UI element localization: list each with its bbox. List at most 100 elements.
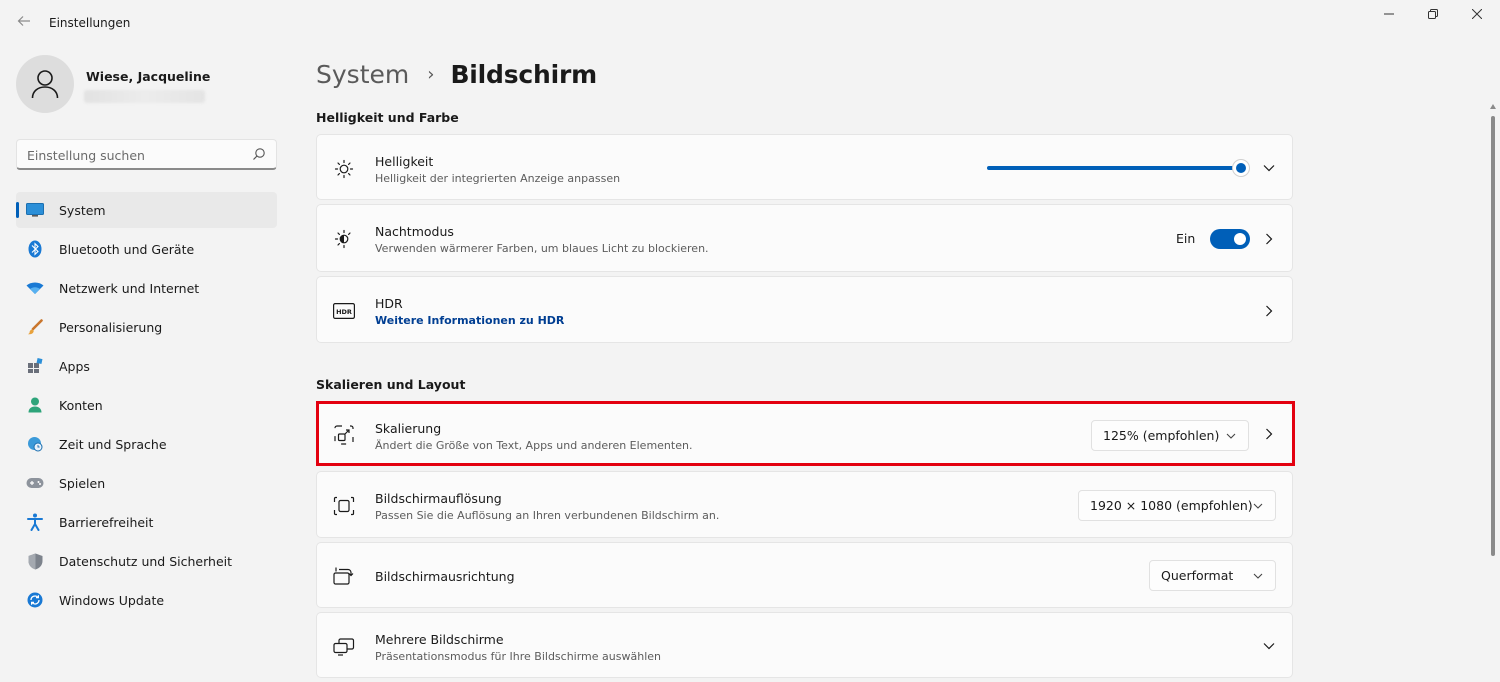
minimize-button[interactable] [1376,6,1402,26]
multiple-displays-icon [333,636,355,658]
scrollbar-thumb[interactable] [1491,116,1495,556]
chevron-right-icon [1266,233,1273,245]
app-title: Einstellungen [49,16,131,30]
search-box[interactable] [16,139,277,170]
multiple-displays-card[interactable]: Mehrere Bildschirme Präsentationsmodus f… [316,612,1293,678]
sidebar-item-personalization[interactable]: Personalisierung [16,309,277,345]
svg-text:HDR: HDR [336,308,352,316]
breadcrumb: System › Bildschirm [316,56,597,92]
sidebar-item-bluetooth[interactable]: Bluetooth und Geräte [16,231,277,267]
multiple-displays-expand-button[interactable] [1261,638,1277,654]
night-mode-icon [333,228,355,250]
brightness-subtitle: Helligkeit der integrierten Anzeige anpa… [375,172,621,185]
sidebar-item-label: Zeit und Sprache [59,436,167,452]
multiple-displays-title: Mehrere Bildschirme [375,632,504,647]
resolution-subtitle: Passen Sie die Auflösung an Ihren verbun… [375,509,720,522]
display-icon [26,201,44,219]
sidebar-item-accessibility[interactable]: Barrierefreiheit [16,504,277,540]
breadcrumb-parent[interactable]: System [316,60,409,89]
sidebar-item-label: Netzwerk und Internet [59,280,200,296]
orientation-title: Bildschirmausrichtung [375,569,515,584]
chevron-down-icon [1253,573,1263,579]
sidebar-item-accounts[interactable]: Konten [16,387,277,423]
sidebar-item-label: System [59,202,106,218]
close-button[interactable] [1464,6,1490,26]
sidebar-item-label: Barrierefreiheit [59,514,154,530]
globe-clock-icon [26,435,44,453]
close-icon [1471,8,1483,20]
night-mode-title: Nachtmodus [375,224,454,239]
avatar [16,55,74,113]
orientation-icon [333,565,355,587]
sidebar-item-time-language[interactable]: Zeit und Sprache [16,426,277,462]
chevron-down-icon [1263,643,1275,650]
bluetooth-icon [26,240,44,258]
sidebar-item-gaming[interactable]: Spielen [16,465,277,501]
brightness-title: Helligkeit [375,154,434,169]
apps-icon [26,357,44,375]
resolution-icon [333,495,355,517]
orientation-card[interactable]: Bildschirmausrichtung [316,542,1293,608]
sidebar-item-label: Personalisierung [59,319,163,335]
user-profile[interactable]: Wiese, Jacqueline [16,55,286,115]
chevron-down-icon [1253,503,1263,509]
chevron-down-icon [1263,165,1275,172]
night-mode-toggle-label: Ein [1176,231,1196,246]
sidebar-item-label: Bluetooth und Geräte [59,241,195,257]
sidebar-item-label: Spielen [59,475,106,491]
sidebar-item-label: Windows Update [59,592,165,608]
night-mode-subtitle: Verwenden wärmerer Farben, um blaues Lic… [375,242,709,255]
brightness-slider-thumb[interactable] [1232,159,1250,177]
sidebar-item-network[interactable]: Netzwerk und Internet [16,270,277,306]
breadcrumb-separator: › [427,63,435,85]
night-mode-toggle[interactable] [1210,229,1250,249]
night-mode-card[interactable]: Nachtmodus Verwenden wärmerer Farben, um… [316,204,1293,272]
gamepad-icon [26,474,44,492]
section-title-scale-layout: Skalieren und Layout [316,377,466,392]
scroll-up-arrow[interactable] [1490,104,1496,109]
account-icon [26,396,44,414]
resolution-dropdown[interactable]: 1920 × 1080 (empfohlen) [1078,490,1276,521]
orientation-dropdown[interactable]: Querformat [1149,560,1276,591]
multiple-displays-subtitle: Präsentationsmodus für Ihre Bildschirme … [375,650,661,663]
sidebar-nav: System Bluetooth und Geräte Netzwerk und… [16,192,277,621]
sun-icon [333,158,355,180]
wifi-icon [26,279,44,297]
restore-button[interactable] [1420,6,1446,26]
sidebar-item-label: Konten [59,397,103,413]
sidebar-item-apps[interactable]: Apps [16,348,277,384]
highlight-box [316,401,1295,466]
accessibility-icon [26,513,44,531]
brush-icon [26,318,44,336]
brightness-expand-button[interactable] [1261,160,1277,176]
sidebar-item-label: Apps [59,358,90,374]
title-bar: Einstellungen [0,0,1500,46]
hdr-info-link[interactable]: Weitere Informationen zu HDR [375,314,564,327]
arrow-left-icon [17,16,30,26]
sidebar-item-windows-update[interactable]: Windows Update [16,582,277,618]
night-mode-open-button[interactable] [1261,231,1277,247]
brightness-slider-track[interactable] [987,166,1240,170]
chevron-right-icon [1266,305,1273,317]
orientation-dropdown-value: Querformat [1161,568,1234,583]
hdr-title: HDR [375,296,403,311]
restore-icon [1428,9,1438,19]
search-input[interactable] [27,146,242,164]
search-icon[interactable] [252,147,266,161]
sidebar-item-label: Datenschutz und Sicherheit [59,553,233,569]
profile-email-redacted [84,90,205,103]
back-button[interactable] [14,13,34,33]
sidebar-item-privacy-security[interactable]: Datenschutz und Sicherheit [16,543,277,579]
scrollbar[interactable] [1489,104,1497,566]
page-title: Bildschirm [450,59,597,89]
hdr-card[interactable]: HDR HDR Weitere Informationen zu HDR [316,276,1293,343]
person-icon [31,70,59,99]
minimize-icon [1384,13,1394,15]
update-icon [26,591,44,609]
hdr-open-button[interactable] [1261,303,1277,319]
resolution-dropdown-value: 1920 × 1080 (empfohlen) [1090,498,1253,513]
sidebar-item-system[interactable]: System [16,192,277,228]
resolution-title: Bildschirmauflösung [375,491,502,506]
profile-name: Wiese, Jacqueline [86,69,211,84]
section-title-brightness-color: Helligkeit und Farbe [316,110,459,125]
